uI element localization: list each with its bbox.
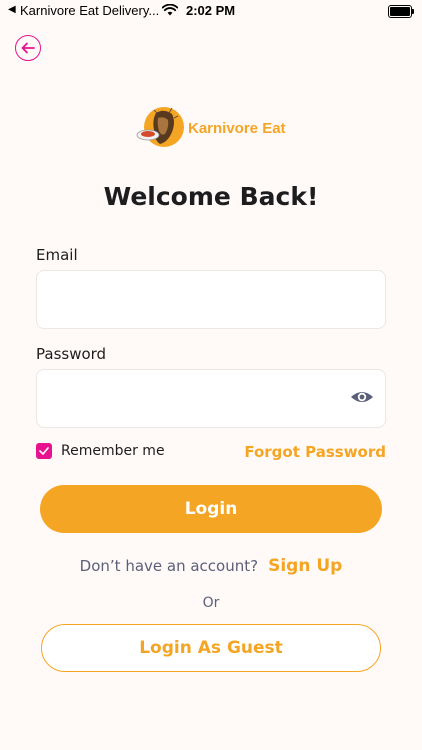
- password-field[interactable]: [36, 369, 386, 428]
- status-time: 2:02 PM: [186, 3, 236, 18]
- or-divider: Or: [202, 595, 220, 611]
- remember-me-label: Remember me: [61, 443, 165, 459]
- back-button[interactable]: [15, 35, 41, 61]
- status-app-name[interactable]: Karnivore Eat Delivery...: [20, 3, 159, 18]
- eye-icon[interactable]: [350, 387, 374, 407]
- login-button[interactable]: Login: [40, 485, 382, 533]
- logo-mark-icon: [134, 104, 186, 152]
- arrow-left-icon: [21, 42, 35, 54]
- page-title: Welcome Back!: [103, 182, 319, 211]
- remember-me[interactable]: Remember me: [36, 443, 165, 459]
- logo-text: Karnivore Eat: [188, 119, 286, 137]
- forgot-password-link[interactable]: Forgot Password: [244, 443, 386, 461]
- wifi-icon: [161, 3, 179, 19]
- battery-icon: [388, 5, 414, 18]
- signup-prompt: Don’t have an account?: [79, 557, 259, 575]
- remember-me-checkbox[interactable]: [36, 443, 52, 459]
- login-as-guest-button[interactable]: Login As Guest: [41, 624, 381, 672]
- status-back-icon[interactable]: ◀: [8, 4, 16, 15]
- signup-row: Don’t have an account? Sign Up: [0, 556, 422, 576]
- email-label: Email: [36, 246, 78, 264]
- status-bar: ◀ Karnivore Eat Delivery... 2:02 PM: [0, 0, 422, 24]
- email-field[interactable]: [36, 270, 386, 329]
- password-label: Password: [36, 345, 107, 363]
- signup-link[interactable]: Sign Up: [268, 556, 342, 576]
- checkmark-icon: [39, 447, 49, 455]
- brand-logo: Karnivore Eat: [134, 104, 286, 152]
